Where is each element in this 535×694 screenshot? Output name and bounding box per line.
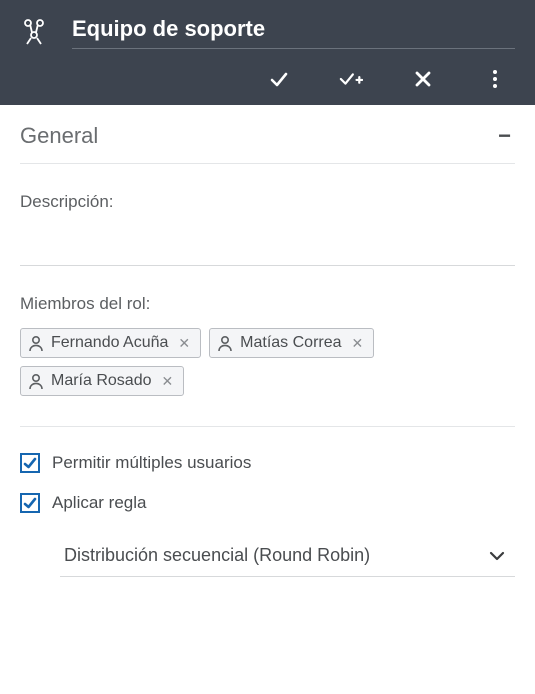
team-icon [20, 17, 52, 49]
person-icon [27, 372, 45, 390]
member-chip[interactable]: María Rosado ✕ [20, 366, 184, 396]
description-label: Descripción: [20, 192, 515, 212]
more-options-button[interactable] [483, 67, 507, 91]
description-field: Descripción: [20, 192, 515, 266]
member-chip[interactable]: Fernando Acuña ✕ [20, 328, 201, 358]
person-icon [27, 334, 45, 352]
member-name: Fernando Acuña [51, 334, 168, 352]
checkbox-multiple-users[interactable]: Permitir múltiples usuarios [20, 453, 515, 473]
members-chip-list[interactable]: Fernando Acuña ✕ Matías Correa ✕ M [20, 328, 515, 427]
member-chip[interactable]: Matías Correa ✕ [209, 328, 374, 358]
section-title: General [20, 123, 98, 149]
member-name: María Rosado [51, 372, 152, 390]
description-input[interactable] [20, 222, 515, 266]
checkbox-label: Aplicar regla [52, 493, 147, 513]
checkbox-icon [20, 453, 40, 473]
members-field: Miembros del rol: Fernando Acuña ✕ Matía… [20, 294, 515, 427]
panel-header: Equipo de soporte [0, 0, 535, 105]
checkbox-apply-rule[interactable]: Aplicar regla [20, 493, 515, 513]
page-title[interactable]: Equipo de soporte [72, 16, 515, 49]
checkbox-label: Permitir múltiples usuarios [52, 453, 251, 473]
members-label: Miembros del rol: [20, 294, 515, 314]
confirm-button[interactable] [267, 67, 291, 91]
checkbox-icon [20, 493, 40, 513]
remove-member-icon[interactable]: ✕ [160, 373, 176, 390]
member-name: Matías Correa [240, 334, 341, 352]
person-icon [216, 334, 234, 352]
rule-select[interactable]: Distribución secuencial (Round Robin) [60, 537, 515, 577]
title-row: Equipo de soporte [0, 0, 535, 57]
content-area: General − Descripción: Miembros del rol:… [0, 105, 535, 577]
remove-member-icon[interactable]: ✕ [350, 335, 366, 352]
rule-select-value: Distribución secuencial (Round Robin) [64, 545, 370, 566]
collapse-icon[interactable]: − [494, 125, 515, 147]
section-header-general[interactable]: General − [20, 105, 515, 164]
remove-member-icon[interactable]: ✕ [176, 335, 192, 352]
confirm-add-button[interactable] [339, 67, 363, 91]
chevron-down-icon [489, 551, 505, 561]
cancel-button[interactable] [411, 67, 435, 91]
action-toolbar [0, 57, 535, 105]
